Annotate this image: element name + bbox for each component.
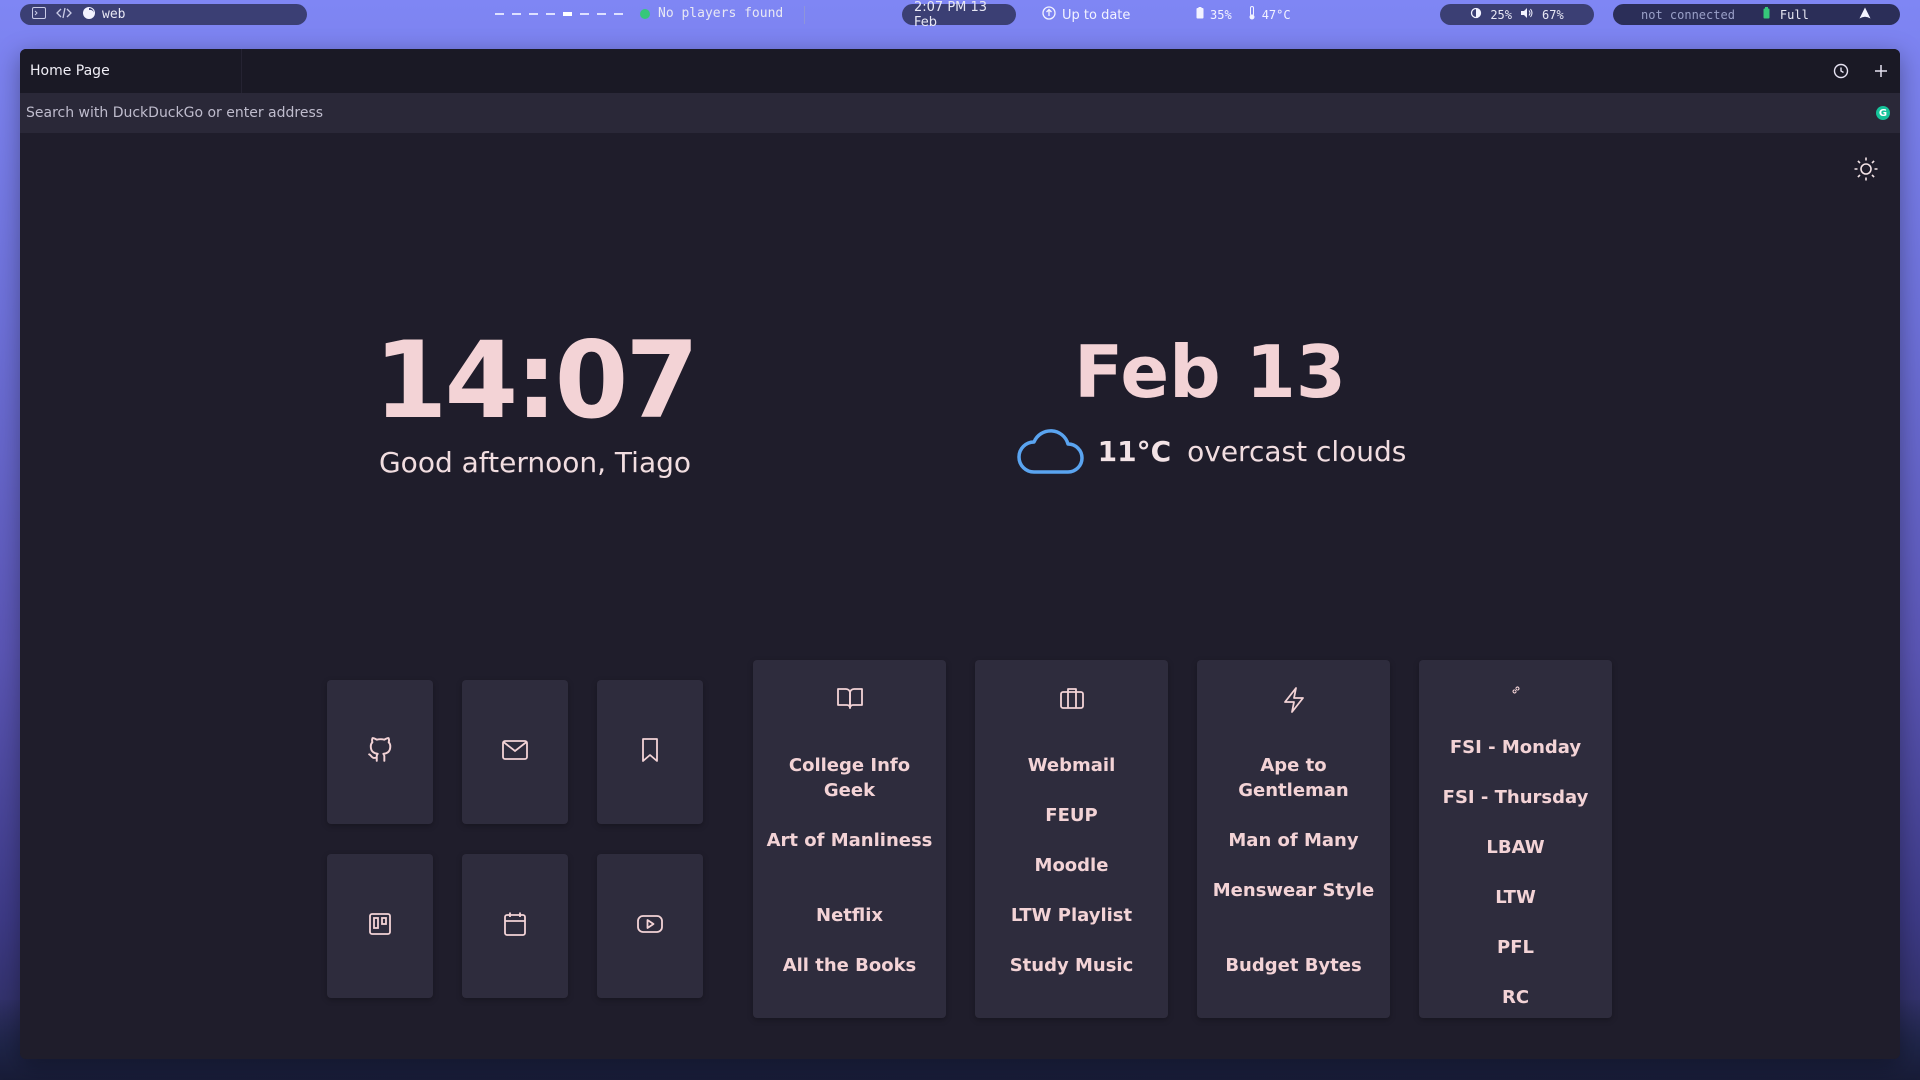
calendar-quick-link[interactable] — [462, 854, 568, 998]
date-text: Feb 13 — [1074, 330, 1346, 414]
link-card-work: Webmail FEUP Moodle LTW Playlist Study M… — [975, 660, 1168, 1018]
card-link[interactable]: LTW — [1429, 885, 1602, 910]
power-icon — [1763, 7, 1770, 22]
arch-icon[interactable] — [1859, 7, 1871, 22]
tab-bar: Home Page — [20, 49, 1900, 93]
datetime-pill[interactable]: 2:07 PM 13 Feb — [902, 0, 1016, 30]
firefox-icon[interactable] — [82, 6, 96, 24]
system-stats: 35% 47°C — [1196, 6, 1291, 23]
media-status-dot — [640, 8, 650, 19]
card-link[interactable]: All the Books — [763, 953, 936, 978]
card-link[interactable]: Budget Bytes — [1207, 953, 1380, 978]
card-link[interactable]: Study Music — [985, 953, 1158, 978]
weather-temp: 11°C — [1097, 434, 1172, 468]
card-link[interactable]: Moodle — [985, 853, 1158, 878]
media-status-text: No players found — [658, 6, 784, 21]
power-text: Full — [1779, 7, 1809, 22]
youtube-quick-link[interactable] — [597, 854, 703, 998]
active-app-label: web — [102, 7, 126, 22]
tab-title: Home Page — [30, 63, 110, 79]
weather-description: overcast clouds — [1187, 434, 1407, 468]
mail-quick-link[interactable] — [462, 680, 568, 824]
workspace-indicator[interactable] — [495, 12, 623, 16]
brightness-icon[interactable] — [1470, 7, 1482, 22]
code-icon[interactable] — [56, 7, 72, 23]
tab-actions — [1828, 49, 1894, 93]
clock-time: 14:07 — [373, 319, 699, 442]
github-quick-link[interactable] — [327, 680, 433, 824]
workspace-3[interactable] — [529, 13, 538, 15]
zap-icon — [1197, 686, 1390, 714]
workspace-4[interactable] — [546, 13, 555, 15]
card-link[interactable]: FSI - Thursday — [1429, 785, 1602, 810]
card-link[interactable]: College Info Geek — [763, 753, 936, 803]
workspace-5[interactable] — [563, 12, 572, 16]
workspace-8[interactable] — [614, 13, 623, 15]
workspace-app-pill[interactable]: web — [20, 4, 307, 25]
card-link[interactable]: RC — [1429, 985, 1602, 1010]
bookmark-quick-link[interactable] — [597, 680, 703, 824]
card-link[interactable]: Netflix — [763, 903, 936, 928]
battery-text: 35% — [1210, 7, 1232, 22]
thermometer-icon — [1248, 6, 1256, 23]
clock-widget: 14:07 Good afternoon, Tiago — [335, 319, 735, 479]
battery-icon — [1196, 7, 1204, 22]
link-card-reading: College Info Geek Art of Manliness Netfl… — [753, 660, 946, 1018]
workspace-2[interactable] — [512, 13, 521, 15]
card-link[interactable]: LTW Playlist — [985, 903, 1158, 928]
card-link[interactable]: FEUP — [985, 803, 1158, 828]
media-player-status[interactable]: No players found — [640, 6, 783, 21]
brightness-volume-pill[interactable]: 25% 67% — [1440, 4, 1594, 25]
brightness-text: 25% — [1490, 7, 1512, 22]
calendar-icon — [503, 911, 527, 941]
workspace-6[interactable] — [580, 13, 589, 15]
card-link[interactable]: FSI - Monday — [1429, 735, 1602, 760]
browser-window: Home Page G 14:07 Good afternoon, Tiago — [20, 49, 1900, 1059]
tab-home-page[interactable]: Home Page — [20, 49, 242, 93]
home-page: 14:07 Good afternoon, Tiago Feb 13 11°C … — [20, 133, 1900, 1059]
briefcase-icon — [975, 686, 1168, 710]
date-weather-widget: Feb 13 11°C overcast clouds — [1000, 330, 1420, 480]
temperature-text: 47°C — [1261, 7, 1291, 22]
trello-quick-link[interactable] — [327, 854, 433, 998]
volume-icon[interactable] — [1520, 7, 1534, 22]
status-bar: web No players found 2:07 PM 13 Feb Up t… — [0, 0, 1920, 30]
address-input[interactable] — [20, 94, 1876, 132]
link-card-classes: FSI - Monday FSI - Thursday LBAW LTW PFL… — [1419, 660, 1612, 1018]
card-link[interactable]: LBAW — [1429, 835, 1602, 860]
workspace-7[interactable] — [597, 13, 606, 15]
card-link[interactable]: Webmail — [985, 753, 1158, 778]
cloud-icon — [1014, 422, 1086, 480]
greeting: Good afternoon, Tiago — [378, 445, 692, 479]
card-link[interactable]: Man of Many — [1207, 828, 1380, 853]
address-bar: G — [20, 93, 1900, 133]
book-icon — [753, 686, 946, 710]
workspace-1[interactable] — [495, 13, 504, 15]
mail-icon — [501, 739, 529, 765]
updates-text: Up to date — [1062, 7, 1131, 23]
update-icon — [1042, 6, 1056, 24]
link-card-lifestyle: Ape to Gentleman Man of Many Menswear St… — [1197, 660, 1390, 1018]
link-icon — [1419, 684, 1612, 696]
updates-status[interactable]: Up to date — [1042, 6, 1130, 24]
youtube-icon — [636, 913, 664, 939]
sun-icon[interactable] — [1850, 153, 1882, 185]
volume-text: 67% — [1542, 7, 1564, 22]
terminal-icon[interactable] — [32, 6, 46, 23]
card-link[interactable]: PFL — [1429, 935, 1602, 960]
card-link[interactable]: Art of Manliness — [763, 828, 936, 853]
github-icon — [367, 737, 393, 767]
card-link[interactable]: Ape to Gentleman — [1207, 753, 1380, 803]
card-link[interactable]: Menswear Style — [1207, 878, 1380, 903]
network-status-text: not connected — [1641, 7, 1735, 22]
divider — [804, 6, 805, 24]
network-power-pill[interactable]: not connected Full — [1613, 4, 1900, 25]
grammarly-extension-icon[interactable]: G — [1876, 106, 1890, 120]
weather: 11°C overcast clouds — [1000, 422, 1420, 480]
trello-icon — [368, 912, 392, 940]
new-tab-icon[interactable] — [1868, 58, 1894, 84]
bookmark-icon — [640, 737, 660, 767]
history-icon[interactable] — [1828, 58, 1854, 84]
datetime-text: 2:07 PM 13 Feb — [914, 0, 988, 30]
